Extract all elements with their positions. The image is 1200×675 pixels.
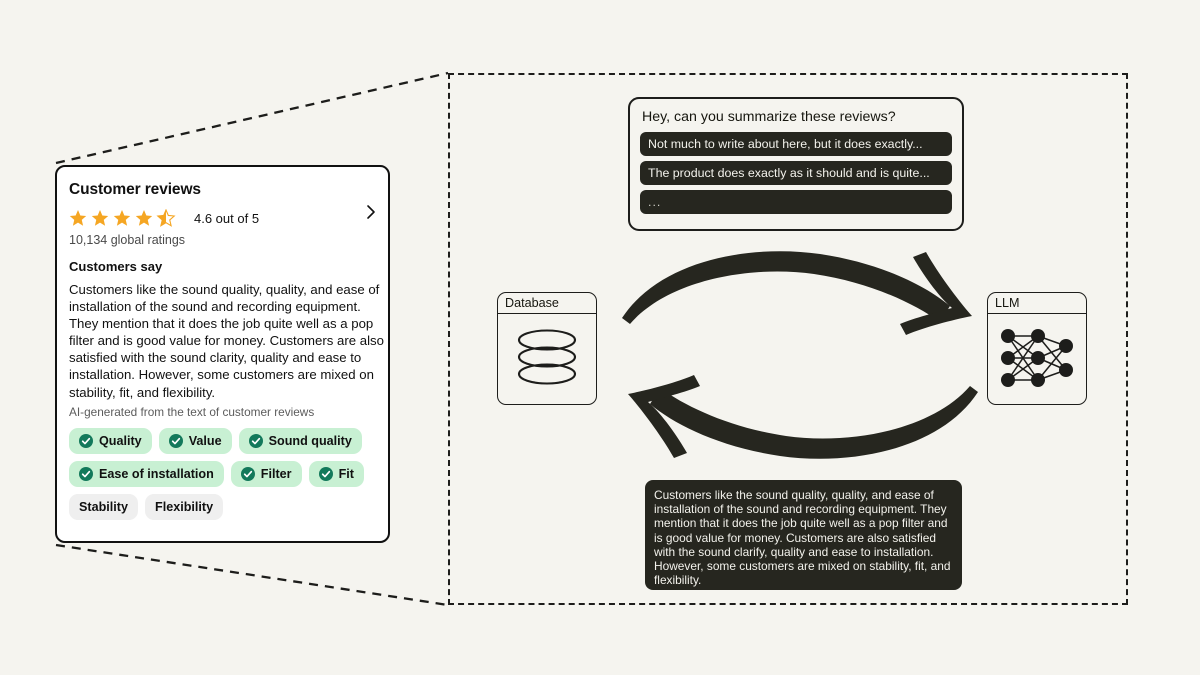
aspect-chip-label: Value bbox=[188, 433, 222, 448]
aspect-chip-label: Filter bbox=[260, 466, 292, 481]
chip-row: Quality Value Sound quality bbox=[69, 427, 374, 454]
global-ratings-count: 10,134 global ratings bbox=[69, 233, 186, 247]
review-snippet[interactable]: The product does exactly as it should an… bbox=[640, 161, 952, 185]
database-node[interactable]: Database bbox=[497, 292, 597, 405]
database-cylinder-icon bbox=[517, 329, 577, 385]
llm-node-body bbox=[988, 314, 1086, 401]
review-snippet-list: Not much to write about here, but it doe… bbox=[640, 132, 952, 214]
aspect-chip-label: Ease of installation bbox=[99, 466, 214, 481]
aspect-chip-label: Fit bbox=[338, 466, 354, 481]
aspect-chip[interactable]: Fit bbox=[308, 460, 364, 487]
check-circle-icon bbox=[79, 433, 93, 448]
check-circle-icon bbox=[168, 433, 183, 448]
aspect-chip[interactable]: Value bbox=[158, 427, 232, 454]
database-node-body bbox=[498, 314, 596, 401]
review-snippet[interactable]: ... bbox=[640, 190, 952, 214]
llm-output-box: Customers like the sound quality, qualit… bbox=[645, 480, 962, 590]
chip-row: Ease of installation Filter Fit bbox=[69, 460, 374, 487]
aspect-chip-label: Stability bbox=[79, 499, 128, 514]
ai-generated-note: AI-generated from the text of customer r… bbox=[69, 404, 315, 419]
aspect-chip[interactable]: Flexibility bbox=[145, 493, 224, 520]
rating-row: 4.6 out of 5 bbox=[69, 209, 374, 227]
rating-value: 4.6 out of 5 bbox=[194, 210, 260, 226]
aspect-chip-label: Sound quality bbox=[268, 433, 352, 448]
review-aspect-chips: Quality Value Sound quality Ease of install… bbox=[69, 427, 374, 520]
review-snippet[interactable]: Not much to write about here, but it doe… bbox=[640, 132, 952, 156]
prompt-question: Hey, can you summarize these reviews? bbox=[642, 109, 896, 125]
aspect-chip[interactable]: Filter bbox=[230, 460, 302, 487]
ai-summary-text: Customers like the sound quality, qualit… bbox=[69, 282, 384, 400]
aspect-chip[interactable]: Quality bbox=[69, 427, 152, 454]
check-circle-icon bbox=[240, 466, 255, 481]
page-title: Customer reviews bbox=[69, 181, 201, 198]
customer-reviews-card: Customer reviews 4.6 out of 5 10,134 glo… bbox=[55, 165, 390, 543]
check-circle-icon bbox=[248, 433, 263, 448]
llm-node-label: LLM bbox=[988, 293, 1086, 315]
aspect-chip[interactable]: Stability bbox=[69, 493, 138, 520]
check-circle-icon bbox=[318, 466, 333, 481]
aspect-chip[interactable]: Ease of installation bbox=[69, 460, 224, 487]
llm-node[interactable]: LLM bbox=[987, 292, 1087, 405]
chip-row: Stability Flexibility bbox=[69, 493, 374, 520]
prompt-box: Hey, can you summarize these reviews? No… bbox=[628, 97, 964, 231]
database-node-label: Database bbox=[498, 293, 596, 315]
check-circle-icon bbox=[79, 466, 93, 481]
aspect-chip-label: Quality bbox=[99, 433, 142, 448]
chevron-right-icon[interactable] bbox=[366, 204, 376, 220]
llm-output-text: Customers like the sound quality, qualit… bbox=[654, 488, 951, 588]
aspect-chip-label: Flexibility bbox=[155, 499, 214, 514]
neural-network-icon bbox=[1001, 328, 1073, 387]
aspect-chip[interactable]: Sound quality bbox=[238, 427, 362, 454]
diagram-canvas: Customer reviews 4.6 out of 5 10,134 glo… bbox=[0, 0, 1200, 675]
star-rating bbox=[69, 209, 185, 227]
customers-say-heading: Customers say bbox=[69, 259, 163, 274]
